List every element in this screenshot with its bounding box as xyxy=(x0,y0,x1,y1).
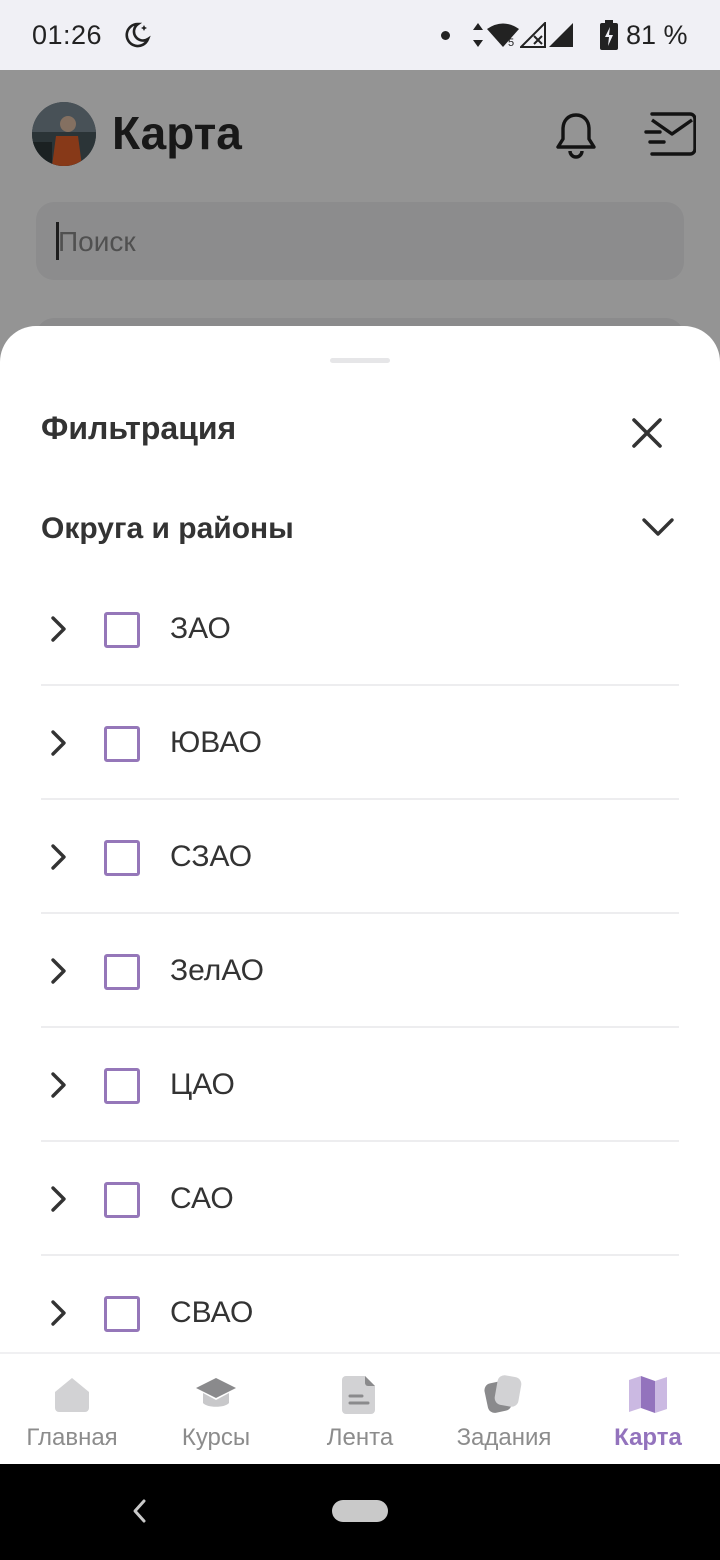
chevron-right-icon[interactable] xyxy=(44,1295,72,1331)
district-checkbox[interactable] xyxy=(104,612,140,648)
nav-label: Лента xyxy=(326,1424,394,1451)
chevron-right-icon[interactable] xyxy=(44,839,72,875)
cellular-signal-2-icon xyxy=(549,23,573,47)
map-icon xyxy=(629,1376,667,1413)
chevron-right-icon[interactable] xyxy=(44,1181,72,1217)
do-not-disturb-moon-icon xyxy=(125,22,151,48)
chevron-right-icon[interactable] xyxy=(44,953,72,989)
nav-item-courses[interactable]: Курсы xyxy=(144,1354,288,1466)
nav-item-home[interactable]: Главная xyxy=(0,1354,144,1466)
sheet-title: Фильтрация xyxy=(41,410,237,446)
district-checkbox[interactable] xyxy=(104,954,140,990)
district-row-yuvao[interactable]: ЮВАО xyxy=(0,686,720,800)
document-icon xyxy=(342,1376,375,1414)
district-checkbox[interactable] xyxy=(104,1296,140,1332)
district-row-svao[interactable]: СВАО xyxy=(0,1256,720,1356)
status-time: 01:26 xyxy=(32,20,103,50)
wifi-icon: 5 xyxy=(487,23,519,48)
screen: 01:26 5 81 % Карта Поиск Фильтрация Окру… xyxy=(0,0,720,1560)
notification-dot-icon xyxy=(441,31,450,40)
nav-label: Карта xyxy=(614,1424,682,1451)
district-label: ЮВАО xyxy=(170,726,263,759)
district-checkbox[interactable] xyxy=(104,840,140,876)
nav-label: Курсы xyxy=(181,1424,251,1451)
svg-text:5: 5 xyxy=(508,37,514,48)
data-transfer-icon xyxy=(473,23,483,47)
system-navigation-bar xyxy=(0,1464,720,1560)
graduation-cap-icon xyxy=(196,1378,236,1407)
district-checkbox[interactable] xyxy=(104,1182,140,1218)
battery-charging-icon xyxy=(600,20,618,50)
home-pill-icon[interactable] xyxy=(332,1500,388,1522)
section-title-districts[interactable]: Округа и районы xyxy=(41,512,294,546)
chevron-right-icon[interactable] xyxy=(44,611,72,647)
district-label: САО xyxy=(170,1182,234,1215)
district-label: СЗАО xyxy=(170,840,253,873)
home-icon xyxy=(55,1378,89,1412)
district-label: ЦАО xyxy=(170,1068,235,1101)
back-icon[interactable] xyxy=(128,1496,150,1526)
chevron-right-icon[interactable] xyxy=(44,1067,72,1103)
district-row-tsao[interactable]: ЦАО xyxy=(0,1028,720,1142)
district-row-szao[interactable]: СЗАО xyxy=(0,800,720,914)
nav-item-feed[interactable]: Лента xyxy=(288,1354,432,1466)
bottom-navigation: Главная Курсы Лента Задания Карта xyxy=(0,1352,720,1466)
district-row-zelao[interactable]: ЗелАО xyxy=(0,914,720,1028)
chevron-right-icon[interactable] xyxy=(44,725,72,761)
district-list: ЗАО ЮВАО СЗАО ЗелАО ЦАО САО СВАО xyxy=(0,572,720,1356)
scrim-overlay[interactable] xyxy=(0,70,720,370)
district-label: ЗАО xyxy=(170,612,231,645)
district-label: ЗелАО xyxy=(170,954,264,987)
nav-label: Задания xyxy=(456,1424,552,1451)
battery-percent: 81 % xyxy=(626,20,688,50)
district-checkbox[interactable] xyxy=(104,1068,140,1104)
close-icon[interactable] xyxy=(624,410,670,456)
cards-icon xyxy=(484,1375,522,1413)
district-row-sao[interactable]: САО xyxy=(0,1142,720,1256)
nav-label: Главная xyxy=(26,1424,118,1451)
chevron-down-icon[interactable] xyxy=(636,510,680,546)
cellular-signal-icon xyxy=(520,22,546,48)
sheet-drag-handle[interactable] xyxy=(330,358,390,363)
nav-item-map[interactable]: Карта xyxy=(576,1354,720,1466)
district-row-zao[interactable]: ЗАО xyxy=(0,572,720,686)
status-bar: 01:26 5 81 % xyxy=(0,0,720,70)
filter-bottom-sheet: Фильтрация Округа и районы ЗАО ЮВАО СЗАО… xyxy=(0,326,720,1356)
district-checkbox[interactable] xyxy=(104,726,140,762)
nav-item-tasks[interactable]: Задания xyxy=(432,1354,576,1466)
district-label: СВАО xyxy=(170,1296,254,1329)
